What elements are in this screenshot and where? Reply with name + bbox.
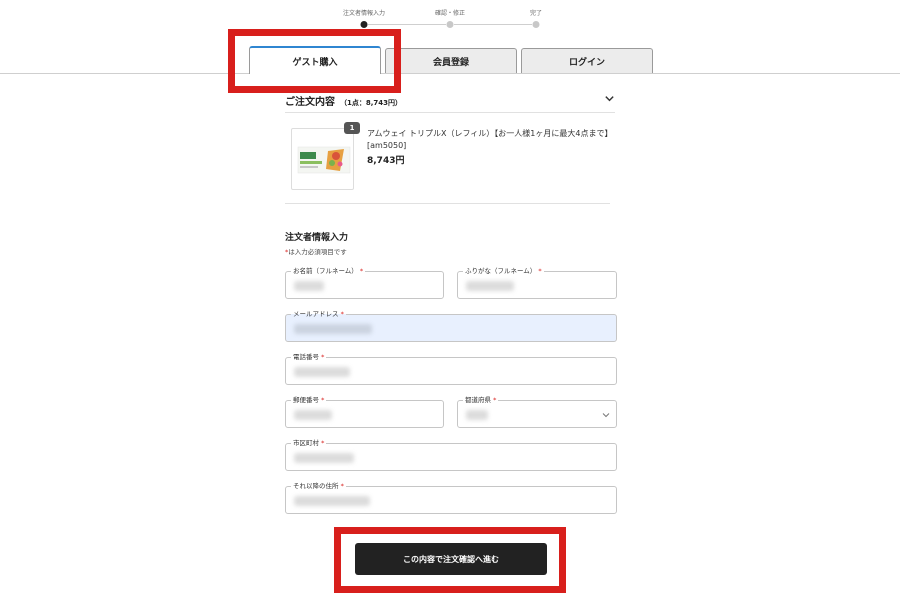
- form-title: 注文者情報入力: [285, 233, 349, 243]
- redacted-value: [466, 410, 488, 420]
- order-summary-title: ご注文内容 （1点：8,743円）: [285, 93, 402, 108]
- address-field[interactable]: それ以降の住所 *: [285, 481, 617, 514]
- product-box-image: [297, 146, 351, 174]
- address-label: それ以降の住所 *: [291, 481, 346, 491]
- name-label-text: お名前（フルネーム）: [293, 267, 358, 275]
- required-mark: *: [538, 267, 542, 275]
- step-connector: [368, 24, 446, 25]
- divider: [285, 112, 615, 113]
- required-mark: *: [321, 396, 325, 404]
- address-label-text: それ以降の住所: [293, 482, 339, 490]
- email-label-text: メールアドレス: [293, 310, 339, 318]
- submit-order-button[interactable]: この内容で注文確認へ進む: [355, 543, 547, 575]
- city-label: 市区町村 *: [291, 438, 327, 448]
- required-mark: *: [321, 353, 325, 361]
- quantity-badge: 1: [344, 122, 360, 134]
- redacted-value: [294, 410, 332, 420]
- prefecture-select[interactable]: 都道府県 *: [457, 395, 617, 428]
- product-name: アムウェイ トリプルX（レフィル）【お一人様1ヶ月に最大4点まで】[am5050…: [367, 129, 613, 150]
- tab-login[interactable]: ログイン: [521, 48, 653, 73]
- product-thumbnail: [291, 128, 354, 190]
- required-note-text: は入力必須項目です: [288, 248, 347, 256]
- email-label: メールアドレス *: [291, 309, 346, 319]
- furigana-label-text: ふりがな（フルネーム）: [465, 267, 537, 275]
- required-mark: *: [359, 267, 364, 275]
- redacted-value: [466, 281, 514, 291]
- required-mark: *: [340, 310, 344, 318]
- phone-label-text: 電話番号: [293, 353, 319, 361]
- chevron-down-icon: [602, 413, 610, 418]
- step-dot: [532, 21, 540, 28]
- step-dot: [446, 21, 454, 28]
- postal-code-field[interactable]: 郵便番号 *: [285, 395, 444, 428]
- step-label-order-info: 注文者情報入力: [342, 10, 386, 17]
- email-field[interactable]: メールアドレス *: [285, 309, 617, 342]
- city-field[interactable]: 市区町村 *: [285, 438, 617, 471]
- step-dot-active: [360, 21, 368, 28]
- redacted-value: [294, 324, 372, 334]
- postal-label: 郵便番号 *: [291, 395, 327, 405]
- step-label-confirm: 確認・修正: [434, 10, 466, 17]
- city-label-text: 市区町村: [293, 439, 319, 447]
- name-label: お名前（フルネーム） *: [291, 266, 366, 276]
- furigana-label: ふりがな（フルネーム） *: [463, 266, 544, 276]
- redacted-value: [294, 453, 354, 463]
- required-mark: *: [493, 396, 497, 404]
- product-price: 8,743円: [367, 156, 405, 166]
- chevron-down-icon[interactable]: [604, 93, 615, 104]
- name-field[interactable]: お名前（フルネーム） *: [285, 266, 444, 299]
- order-summary-count: （1点：8,743円）: [340, 99, 403, 107]
- tabs-divider: [0, 73, 900, 74]
- tab-member-register[interactable]: 会員登録: [385, 48, 517, 73]
- required-mark: *: [321, 439, 325, 447]
- divider: [285, 203, 610, 204]
- tab-guest-purchase[interactable]: ゲスト購入: [249, 46, 381, 74]
- redacted-value: [294, 367, 350, 377]
- prefecture-label: 都道府県 *: [463, 395, 499, 405]
- phone-field[interactable]: 電話番号 *: [285, 352, 617, 385]
- required-mark: *: [340, 482, 344, 490]
- step-label-complete: 完了: [529, 10, 543, 17]
- redacted-value: [294, 281, 324, 291]
- order-summary-heading: ご注文内容: [285, 97, 335, 108]
- furigana-field[interactable]: ふりがな（フルネーム） *: [457, 266, 617, 299]
- postal-label-text: 郵便番号: [293, 396, 319, 404]
- redacted-value: [294, 496, 370, 506]
- required-note: *は入力必須項目です: [285, 246, 347, 256]
- phone-label: 電話番号 *: [291, 352, 327, 362]
- step-connector: [454, 24, 532, 25]
- prefecture-label-text: 都道府県: [465, 396, 491, 404]
